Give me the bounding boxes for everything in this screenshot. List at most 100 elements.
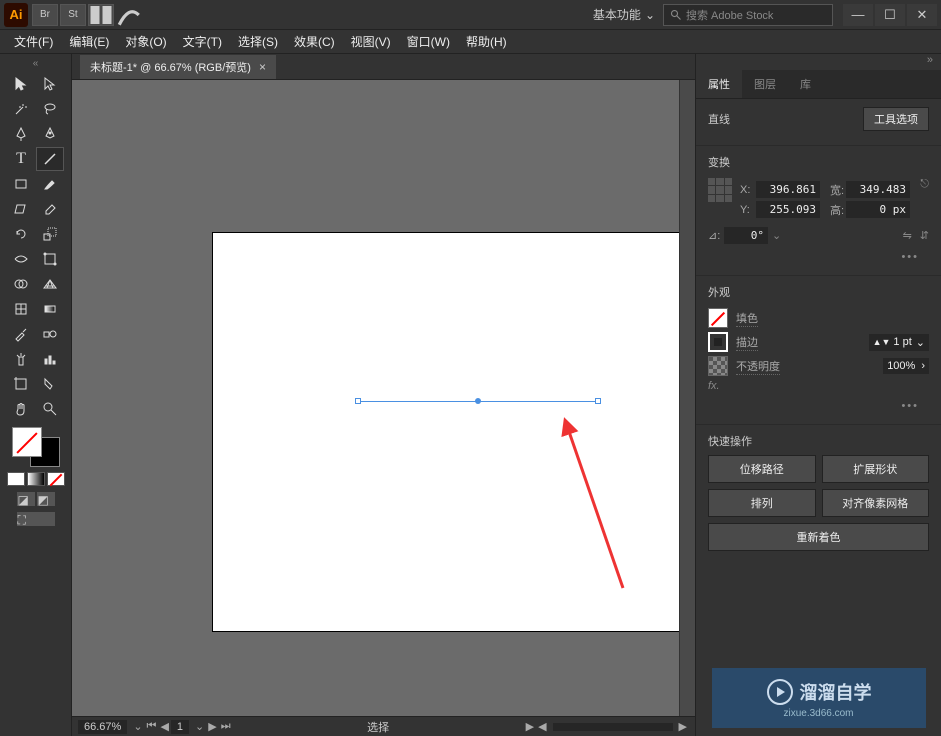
zoom-tool[interactable] [36,397,64,421]
next-artboard-btn[interactable]: ▶ [208,720,216,733]
close-button[interactable]: ✕ [907,4,937,26]
fill-swatch[interactable] [12,427,42,457]
handle-right[interactable] [595,398,601,404]
stroke-label[interactable]: 描边 [736,334,758,351]
maximize-button[interactable]: ☐ [875,4,905,26]
menu-object[interactable]: 对象(O) [117,31,174,52]
draw-behind-btn[interactable]: ◩ [37,492,55,506]
search-input[interactable]: 搜索 Adobe Stock [663,4,833,26]
eyedropper-tool[interactable] [7,322,35,346]
menu-edit[interactable]: 编辑(E) [61,31,117,52]
flip-h-icon[interactable]: ⇋ [903,229,912,242]
draw-normal-btn[interactable]: ◪ [17,492,35,506]
first-artboard-btn[interactable]: ⏮ [147,720,157,733]
document-tab[interactable]: 未标题-1* @ 66.67% (RGB/预览) × [80,55,276,79]
perspective-grid-tool[interactable] [36,272,64,296]
menu-file[interactable]: 文件(F) [6,31,61,52]
menu-help[interactable]: 帮助(H) [458,31,515,52]
horizontal-scrollbar[interactable] [553,723,673,731]
selection-tool[interactable] [7,72,35,96]
color-mode-btn[interactable] [7,472,25,486]
canvas-area[interactable] [72,80,695,716]
minimize-button[interactable]: — [843,4,873,26]
none-mode-btn[interactable] [47,472,65,486]
artboard-number[interactable]: 1 [171,720,189,734]
gpu-button[interactable] [116,4,142,26]
last-artboard-btn[interactable]: ⏭ [221,720,231,733]
scale-tool[interactable] [36,222,64,246]
menu-window[interactable]: 窗口(W) [399,31,458,52]
lasso-tool[interactable] [36,97,64,121]
artboard-drop-icon[interactable]: ⌄ [195,720,204,733]
handle-mid[interactable] [475,398,481,404]
fill-swatch-sm[interactable] [708,308,728,328]
tab-properties[interactable]: 属性 [696,70,742,98]
direct-selection-tool[interactable] [36,72,64,96]
shape-builder-tool[interactable] [7,272,35,296]
magic-wand-tool[interactable] [7,97,35,121]
column-graph-tool[interactable] [36,347,64,371]
tab-libraries[interactable]: 库 [788,70,823,98]
zoom-field[interactable]: 66.67% [78,720,127,734]
angle-field[interactable]: 0° [724,227,768,244]
qa-align-pixel[interactable]: 对齐像素网格 [822,489,930,517]
arrange-docs-button[interactable] [88,4,114,26]
qa-offset-path[interactable]: 位移路径 [708,455,816,483]
paintbrush-tool[interactable] [36,172,64,196]
tab-layers[interactable]: 图层 [742,70,788,98]
hscroll-right[interactable]: ▶ [526,720,534,733]
hscroll-left[interactable]: ◀ [538,720,546,733]
menu-select[interactable]: 选择(S) [230,31,286,52]
x-field[interactable]: 396.861 [756,181,820,198]
type-tool[interactable]: T [7,147,35,171]
shaper-tool[interactable] [7,197,35,221]
vertical-scrollbar[interactable] [679,80,695,716]
w-field[interactable]: 349.483 [846,181,910,198]
handle-left[interactable] [355,398,361,404]
close-tab-icon[interactable]: × [259,60,266,74]
menu-view[interactable]: 视图(V) [343,31,399,52]
zoom-drop-icon[interactable]: ⌄ [133,720,142,733]
opacity-field[interactable]: 100%› [883,358,929,374]
prev-artboard-btn[interactable]: ◀ [160,720,168,733]
mesh-tool[interactable] [7,297,35,321]
line-object[interactable] [358,401,598,402]
slice-tool[interactable] [36,372,64,396]
qa-arrange[interactable]: 排列 [708,489,816,517]
bridge-button[interactable]: Br [32,4,58,26]
free-transform-tool[interactable] [36,247,64,271]
stroke-swatch-sm[interactable] [708,332,728,352]
flip-v-icon[interactable]: ⇵ [920,229,929,242]
width-tool[interactable] [7,247,35,271]
stock-button[interactable]: St [60,4,86,26]
gradient-mode-btn[interactable] [27,472,45,486]
y-field[interactable]: 255.093 [756,201,820,218]
h-field[interactable]: 0 px [846,201,910,218]
appearance-more-icon[interactable]: ••• [708,396,929,416]
eraser-tool[interactable] [36,197,64,221]
qa-recolor[interactable]: 重新着色 [708,523,929,551]
menu-effect[interactable]: 效果(C) [286,31,343,52]
qa-expand-shape[interactable]: 扩展形状 [822,455,930,483]
curvature-tool[interactable] [36,122,64,146]
artboard-tool[interactable] [7,372,35,396]
stroke-weight-field[interactable]: ▲▼1 pt⌄ [869,334,929,351]
opacity-label[interactable]: 不透明度 [736,358,780,375]
menu-type[interactable]: 文字(T) [175,31,230,52]
panel-collapse-icon[interactable]: » [696,54,941,70]
screen-mode-btn[interactable]: ⛶ [17,512,55,526]
rectangle-tool[interactable] [7,172,35,196]
artboard[interactable] [212,232,679,632]
hand-tool[interactable] [7,397,35,421]
opacity-swatch-sm[interactable] [708,356,728,376]
transform-more-icon[interactable]: ••• [708,247,929,267]
symbol-sprayer-tool[interactable] [7,347,35,371]
color-swatches[interactable]: ◪ ◩ ⛶ [6,427,66,527]
line-tool[interactable] [36,147,64,171]
link-wh-icon[interactable]: ⎋ [920,178,929,191]
fx-label[interactable]: fx. [708,380,720,392]
angle-drop-icon[interactable]: ⌄ [772,229,781,242]
workspace-switcher[interactable]: 基本功能 [593,6,655,23]
pen-tool[interactable] [7,122,35,146]
gradient-tool[interactable] [36,297,64,321]
